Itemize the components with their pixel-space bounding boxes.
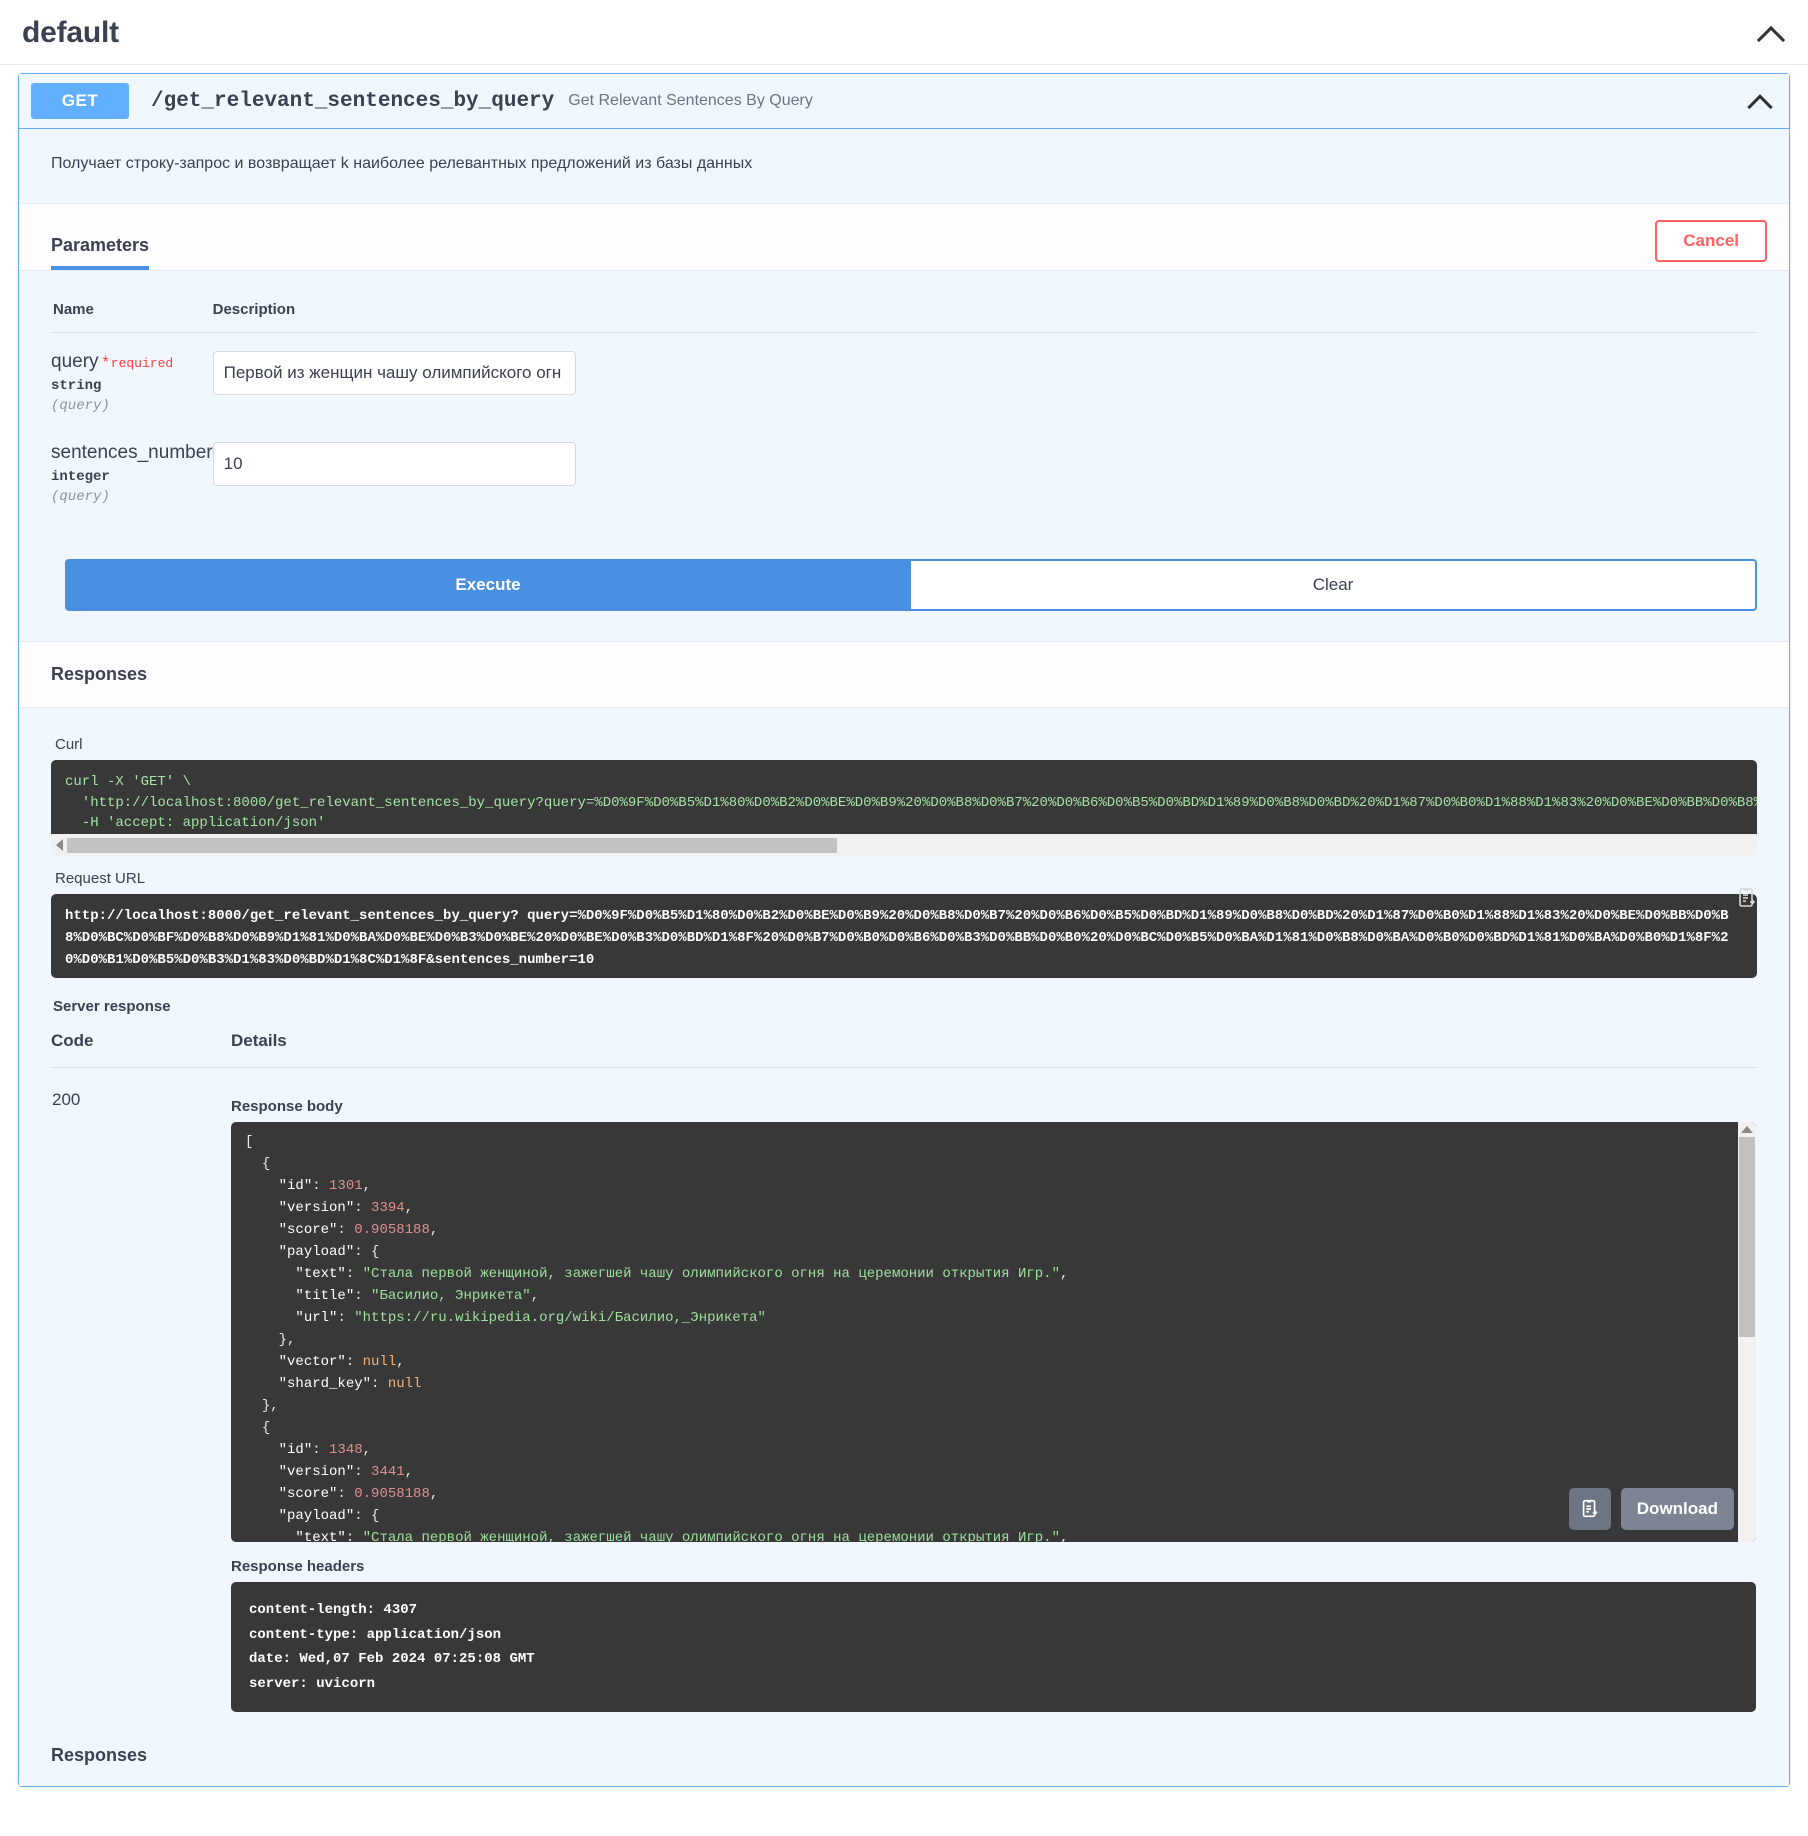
response-body-actions: Download — [1568, 1488, 1734, 1531]
request-url-label: Request URL — [55, 870, 146, 888]
scrollbar-thumb[interactable] — [1739, 1137, 1755, 1338]
response-headers-label: Response headers — [231, 1558, 365, 1576]
endpoint-path: /get_relevant_sentences_by_query — [151, 89, 555, 113]
responses-schema-heading: Responses — [19, 1731, 1789, 1787]
status-code: 200 — [52, 1090, 81, 1110]
required-asterisk-icon: * — [102, 354, 109, 372]
response-headers-block: content-length: 4307 content-type: appli… — [231, 1582, 1756, 1713]
param-type-query: string — [51, 378, 102, 395]
http-method-badge: GET — [31, 83, 129, 119]
clear-button[interactable]: Clear — [911, 559, 1757, 612]
col-header-name: Name — [51, 293, 213, 334]
response-body-vertical-scrollbar[interactable] — [1738, 1122, 1756, 1543]
table-row: sentences_number integer (query) — [51, 424, 1757, 515]
operation-description: Получает строку-запрос и возвращает k на… — [19, 129, 1789, 205]
request-url-block: http://localhost:8000/get_relevant_sente… — [51, 894, 1757, 979]
scroll-up-arrow-icon[interactable] — [1741, 1126, 1753, 1134]
param-in-sentences-number: (query) — [51, 489, 110, 506]
param-meta-query: query * required string (query) — [51, 333, 213, 425]
parameters-header: Parameters Cancel — [19, 204, 1789, 272]
curl-label: Curl — [55, 736, 83, 754]
execute-button[interactable]: Execute — [65, 559, 911, 612]
parameters-table-head: Name Description — [51, 293, 1757, 334]
required-label: required — [110, 356, 174, 372]
param-name-text: sentences_number — [51, 442, 213, 464]
table-row: 200 Response body [ { "id": 1301, "versi… — [51, 1068, 1757, 1714]
parameters-table: Name Description query * required string… — [51, 293, 1757, 515]
operation-wrapper: GET /get_relevant_sentences_by_query Get… — [0, 73, 1808, 1788]
server-response-table: Code Details 200 Response body [ {"id":… — [51, 1025, 1757, 1713]
chevron-up-icon[interactable] — [1747, 91, 1775, 111]
table-row: query * required string (query) — [51, 333, 1757, 425]
sentences-number-input[interactable] — [212, 442, 576, 487]
parameters-table-wrapper: Name Description query * required string… — [19, 271, 1789, 516]
chevron-up-icon[interactable] — [1756, 22, 1786, 44]
curl-command-block: curl -X 'GET' \ 'http://localhost:8000/g… — [51, 760, 1757, 835]
param-name-text: query — [51, 351, 99, 373]
responses-heading: Responses — [19, 641, 1789, 709]
opblock-get: GET /get_relevant_sentences_by_query Get… — [18, 73, 1790, 1788]
tab-parameters[interactable]: Parameters — [51, 235, 150, 271]
col-header-details: Details — [141, 1025, 1757, 1069]
param-in-query: (query) — [51, 398, 110, 415]
response-body-block: [ { "id": 1301, "version": 3394, "score"… — [231, 1122, 1756, 1543]
param-input-cell-sentences-number — [212, 424, 1757, 515]
param-name-sentences-number: sentences_number — [51, 442, 213, 464]
tag-title: default — [22, 16, 119, 49]
opblock-body: Получает строку-запрос и возвращает k на… — [19, 129, 1789, 1787]
tag-header-default[interactable]: default — [0, 0, 1808, 65]
response-body-label: Response body — [231, 1098, 343, 1116]
responses-body: Curl curl -X 'GET' \ 'http://localhost:8… — [19, 708, 1789, 1732]
curl-horizontal-scrollbar[interactable] — [51, 834, 1757, 857]
col-header-description: Description — [212, 293, 1757, 334]
copy-to-clipboard-icon[interactable] — [1568, 1488, 1611, 1531]
scroll-left-arrow-icon[interactable] — [56, 839, 63, 852]
param-name-query: query * required — [51, 351, 213, 373]
param-meta-sentences-number: sentences_number integer (query) — [51, 424, 213, 515]
server-response-table-head: Code Details — [51, 1025, 1757, 1069]
response-details-cell: Response body [ { "id": 1301, "version":… — [141, 1068, 1757, 1714]
server-response-label: Server response — [53, 998, 171, 1016]
scrollbar-thumb[interactable] — [67, 837, 837, 853]
endpoint-summary: Get Relevant Sentences By Query — [568, 92, 813, 109]
col-header-code: Code — [51, 1025, 141, 1069]
cancel-button[interactable]: Cancel — [1655, 220, 1767, 263]
response-body-json: [ { "id": 1301, "version": 3394, "score"… — [245, 1134, 1069, 1543]
query-input[interactable] — [212, 351, 576, 396]
param-type-sentences-number: integer — [51, 469, 110, 486]
swagger-ui-page: default GET /get_relevant_sentences_by_q… — [0, 0, 1808, 1836]
execute-clear-row: Execute Clear — [19, 515, 1789, 642]
param-input-cell-query — [212, 333, 1757, 425]
download-button[interactable]: Download — [1620, 1488, 1734, 1531]
copy-to-clipboard-icon[interactable] — [1735, 886, 1759, 910]
opblock-summary[interactable]: GET /get_relevant_sentences_by_query Get… — [19, 74, 1789, 129]
